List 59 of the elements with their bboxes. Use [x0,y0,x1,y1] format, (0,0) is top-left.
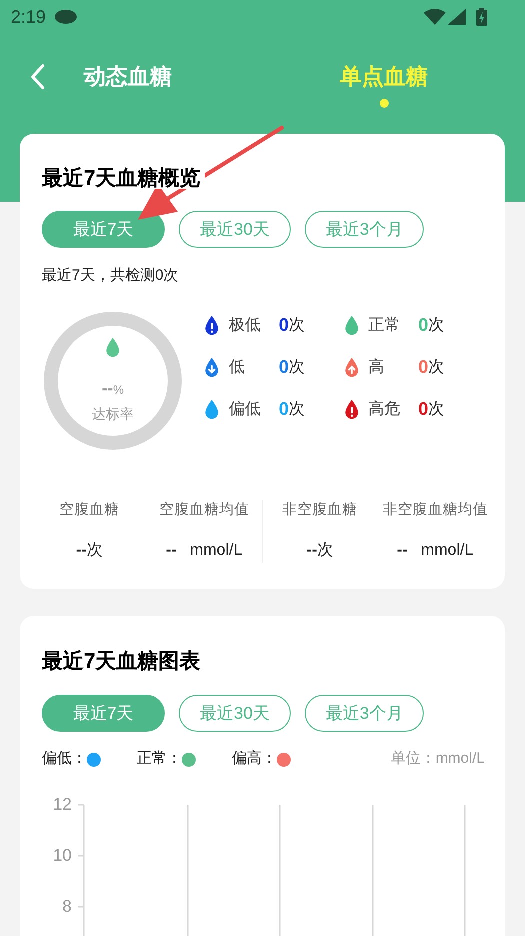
drop-icon [344,316,360,336]
range-tab[interactable]: 最近3个月 [304,695,424,732]
count-unit: 次 [289,358,306,378]
drop-icon [105,338,121,358]
stat-label: 非空腹血糖均值 [382,500,488,520]
count-unit: 次 [289,400,306,420]
range-tab[interactable]: 最近7天 [42,211,165,248]
clock: 2:19 [11,6,46,28]
level-label: 极低 [229,316,262,336]
drop-icon [204,316,220,336]
back-icon[interactable] [30,64,46,90]
header-tab[interactable]: 动态血糖 [84,46,172,108]
signal-icon [448,9,466,25]
axis-tick-label: 8 [62,896,73,918]
unit-label: 单位：mmol/L [390,749,485,770]
stat-label: 空腹血糖均值 [159,500,250,520]
stat-value: -- mmol/L [166,541,243,562]
stat-label: 空腹血糖 [60,500,120,520]
range-tab[interactable]: 最近30天 [179,695,291,732]
legend-label: 偏低： [42,749,87,770]
card-title: 最近7天血糖概览 [42,168,205,189]
stat-value: -- mmol/L [397,541,474,562]
level-count: 0 [418,356,429,379]
drop-icon [344,400,360,420]
level-count: 0 [279,314,290,337]
rate-label: 达标率 [92,404,134,424]
level-count: 0 [418,398,429,421]
axis-tick-label: 12 [53,794,73,816]
level-label: 偏低 [229,400,262,420]
header-tab[interactable]: 单点血糖 [340,46,428,108]
count-unit: 次 [428,316,445,336]
rate-value: --% [102,378,124,400]
level-count: 0 [279,398,290,421]
level-count: 0 [418,314,429,337]
summary-text: 最近7天，共检测0次 [42,266,180,286]
level-label: 正常 [368,316,402,336]
count-unit: 次 [428,400,445,420]
stat-value: --次 [76,541,103,562]
level-label: 低 [229,358,246,378]
count-unit: 次 [289,316,306,336]
battery-icon [476,8,488,26]
range-tab[interactable]: 最近7天 [42,695,165,732]
legend-label: 偏高： [232,749,277,770]
stat-label: 非空腹血糖 [282,500,358,520]
cloud-icon [55,10,78,24]
range-tab[interactable]: 最近3个月 [304,211,424,248]
axis-tick-label: 10 [53,846,73,867]
stat-value: --次 [306,541,334,562]
drop-icon [204,358,220,378]
card-title: 最近7天血糖图表 [42,651,202,672]
level-label: 高危 [368,400,402,420]
legend-label: 正常： [137,749,182,770]
wifi-icon [424,9,446,25]
count-unit: 次 [428,358,445,378]
drop-icon [344,358,360,378]
level-label: 高 [368,358,386,378]
range-tab[interactable]: 最近30天 [179,211,291,248]
drop-icon [204,400,220,420]
level-count: 0 [279,356,290,379]
